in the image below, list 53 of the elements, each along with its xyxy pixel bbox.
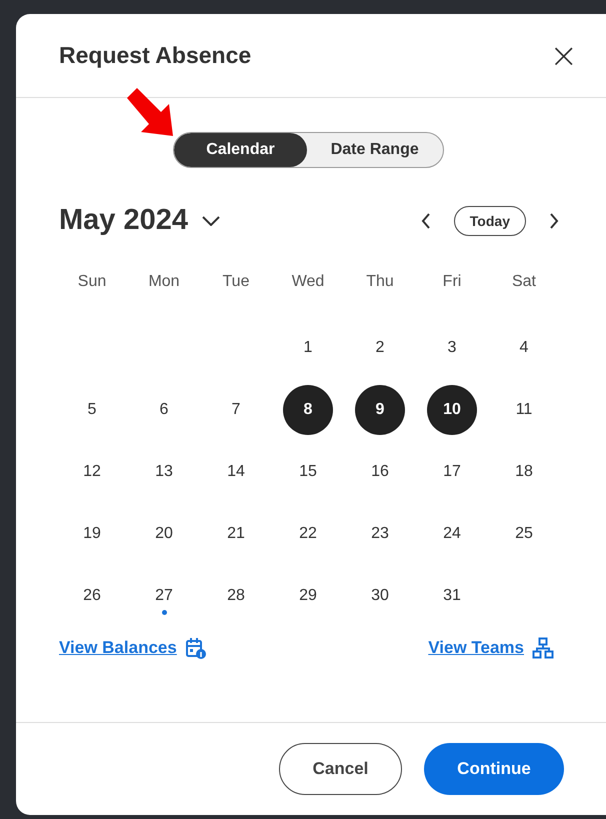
calendar-day[interactable]: 10 <box>427 385 477 435</box>
calendar-day[interactable]: 14 <box>211 447 261 497</box>
calendar-day[interactable]: 7 <box>211 385 261 435</box>
calendar-day[interactable]: 18 <box>499 447 549 497</box>
calendar-day[interactable]: 15 <box>283 447 333 497</box>
calendar-day[interactable]: 29 <box>283 571 333 621</box>
calendar-info-icon <box>184 637 207 659</box>
continue-button[interactable]: Continue <box>424 743 564 795</box>
calendar-day[interactable]: 26 <box>67 571 117 621</box>
month-selector[interactable]: May 2024 <box>59 204 220 237</box>
calendar-day[interactable]: 8 <box>283 385 333 435</box>
close-button[interactable]: × <box>546 38 582 72</box>
calendar-day[interactable]: 27 <box>139 571 189 621</box>
calendar-day[interactable]: 11 <box>499 385 549 435</box>
chevron-left-icon[interactable] <box>420 212 432 230</box>
view-tab[interactable]: Calendar <box>174 133 307 167</box>
link[interactable]: View Teams <box>428 638 524 658</box>
calendar-day[interactable]: 12 <box>67 447 117 497</box>
dialog-title: Request Absence <box>59 42 252 69</box>
weekday-label: Mon <box>147 273 181 292</box>
calendar-day[interactable]: 16 <box>355 447 405 497</box>
weekday-label: Sun <box>76 273 108 292</box>
caret-icon <box>202 216 220 226</box>
calendar-day[interactable]: 4 <box>499 323 549 373</box>
org-chart-icon <box>532 637 554 659</box>
view-tab[interactable]: Date Range <box>306 133 443 167</box>
calendar-day[interactable]: 21 <box>211 509 261 559</box>
today-button[interactable]: Today <box>454 206 526 236</box>
calendar-day[interactable]: 20 <box>139 509 189 559</box>
weekday-label: Tue <box>222 273 250 292</box>
weekday-label: Thu <box>365 273 395 292</box>
calendar-day[interactable]: 9 <box>355 385 405 435</box>
calendar-day[interactable]: 17 <box>427 447 477 497</box>
calendar-day[interactable]: 22 <box>283 509 333 559</box>
calendar-day[interactable]: 23 <box>355 509 405 559</box>
calendar-day[interactable]: 19 <box>67 509 117 559</box>
calendar-day[interactable]: 28 <box>211 571 261 621</box>
chevron-right-icon[interactable] <box>548 212 560 230</box>
calendar-day[interactable]: 25 <box>499 509 549 559</box>
cancel-button[interactable]: Cancel <box>279 743 402 795</box>
weekday-label: Wed <box>290 273 326 292</box>
calendar-day[interactable]: 24 <box>427 509 477 559</box>
calendar-day[interactable]: 13 <box>139 447 189 497</box>
link[interactable]: View Balances <box>59 638 177 658</box>
calendar-day[interactable]: 5 <box>67 385 117 435</box>
calendar-day[interactable]: 1 <box>283 323 333 373</box>
weekday-label: Fri <box>442 273 462 292</box>
calendar-day[interactable]: 6 <box>139 385 189 435</box>
calendar-day[interactable]: 2 <box>355 323 405 373</box>
calendar-day[interactable]: 30 <box>355 571 405 621</box>
calendar-day[interactable]: 3 <box>427 323 477 373</box>
weekday-label: Sat <box>510 273 537 292</box>
calendar-day[interactable]: 31 <box>427 571 477 621</box>
